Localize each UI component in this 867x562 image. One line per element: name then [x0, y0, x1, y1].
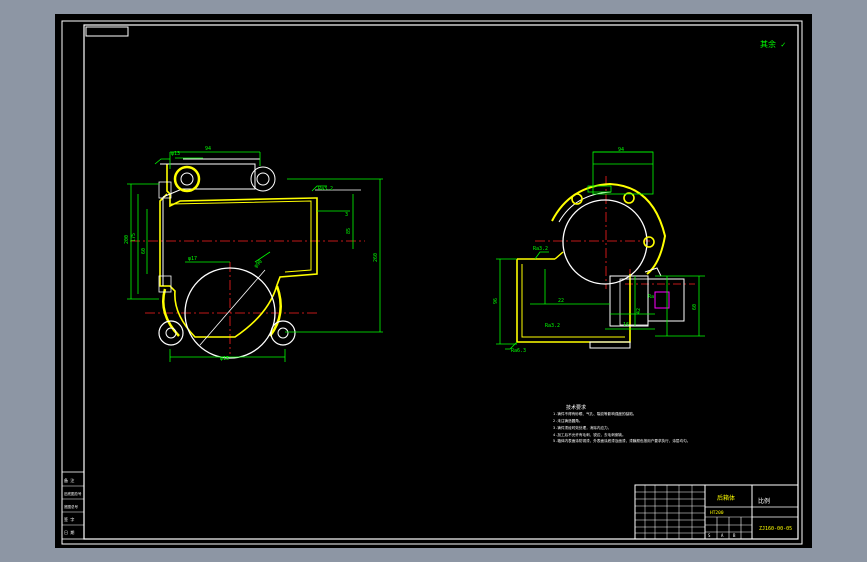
outer-frame	[61, 20, 803, 545]
side-bolt-hole-2	[623, 192, 635, 204]
svg-text:96: 96	[493, 298, 499, 304]
title-stage-a: A	[721, 533, 724, 538]
svg-text:Ra3.2: Ra3.2	[545, 323, 560, 329]
title-stage-s: S	[708, 533, 711, 538]
front-hole-bottom-right	[277, 327, 289, 339]
svg-text:260: 260	[373, 253, 379, 262]
svg-text:60: 60	[141, 248, 147, 254]
tech-line-3: 3.铸件须经时效处理，消除内应力。	[553, 425, 611, 430]
side-housing-inner-arc	[558, 191, 612, 223]
side-base-foot	[589, 341, 631, 349]
svg-text:22: 22	[558, 298, 564, 304]
svg-text:175: 175	[131, 233, 137, 242]
title-block: 后箱体 比例 ZJ160-00-05 HT200 S A B	[634, 484, 799, 540]
side-stamp: 备 注 旧底图总号 底图总号 签 字 日 期	[61, 471, 85, 540]
stamp-row-5: 日 期	[64, 529, 74, 535]
title-drawing-number: ZJ160-00-05	[759, 526, 792, 532]
tech-line-2: 2.未注铸造圆角。	[553, 418, 582, 423]
side-wall-outer	[516, 259, 631, 343]
roughness-note: 其余 ✓	[760, 39, 786, 49]
stamp-row-3: 底图总号	[64, 504, 78, 509]
stamp-row-4: 签 字	[64, 516, 74, 522]
svg-text:φ15: φ15	[220, 356, 229, 362]
title-scale-label: 比例	[758, 497, 770, 505]
side-view: 94 96 22 16 42 60 Ra3.2 Ra3.2 Ra6.3 Ra	[493, 147, 705, 354]
drawing-code-box	[85, 26, 129, 37]
stamp-row-1: 备 注	[64, 477, 74, 483]
front-hole-bottom-left	[165, 327, 177, 339]
side-housing-arc	[551, 182, 667, 275]
svg-text:φ13: φ13	[171, 151, 180, 157]
front-hole-top-right	[256, 172, 270, 186]
tech-requirements: 技术要求 1.铸件不得有砂眼、气孔、裂纹等影响强度的缺陷。 2.未注铸造圆角。 …	[553, 404, 690, 443]
side-lower-boss-inner	[619, 278, 649, 326]
svg-text:94: 94	[618, 147, 624, 153]
cad-drawing: 其余 ✓ 94 φ13 200 175 60 260 85 3 φ15 φ17 …	[61, 20, 803, 545]
side-bearing-bore	[562, 199, 648, 285]
front-view: 94 φ13 200 175 60 260 85 3 φ15 φ17 φ90 R…	[124, 146, 383, 362]
side-bolt-hole-3	[643, 236, 655, 248]
svg-text:Ra3.2: Ra3.2	[533, 246, 548, 252]
svg-text:85: 85	[346, 228, 352, 234]
front-hole-top-left	[180, 172, 194, 186]
tech-title: 技术要求	[566, 404, 586, 411]
tech-line-1: 1.铸件不得有砂眼、气孔、裂纹等影响强度的缺陷。	[553, 411, 636, 416]
svg-text:Ra: Ra	[648, 294, 654, 300]
title-block-grid	[635, 485, 705, 539]
front-boss-top-left	[173, 165, 201, 193]
side-wall-top-chamfer	[554, 251, 564, 260]
title-material: HT200	[710, 510, 724, 516]
svg-text:φ90: φ90	[253, 259, 264, 270]
title-part-name: 后箱体	[717, 494, 735, 502]
front-rib-hatch	[162, 288, 180, 337]
svg-text:94: 94	[205, 146, 211, 152]
svg-text:φ17: φ17	[188, 256, 197, 262]
svg-text:Ra3.2: Ra3.2	[318, 186, 333, 192]
inner-frame	[83, 24, 799, 540]
svg-text:Ra6.3: Ra6.3	[511, 348, 526, 354]
side-flange-right	[647, 278, 685, 322]
stamp-row-2: 旧底图总号	[64, 491, 82, 496]
side-lug	[644, 267, 662, 277]
svg-text:42: 42	[636, 308, 642, 314]
side-lower-boss	[609, 275, 649, 327]
tech-line-4: 4.加工后不允许有毛刺、锐边，去毛刺倒钝。	[553, 432, 626, 437]
tech-line-5: 5.箱体内表面涂防锈漆，外表面涂底漆及面漆，漆膜颜色按用户要求执行，涂层均匀。	[553, 438, 690, 443]
svg-text:3: 3	[345, 212, 348, 218]
front-bore-diameter-line	[199, 269, 266, 346]
cad-viewport[interactable]: 其余 ✓ 94 φ13 200 175 60 260 85 3 φ15 φ17 …	[55, 14, 812, 548]
title-stage-b: B	[733, 533, 736, 538]
side-dimensions	[496, 151, 705, 350]
front-boss-bottom-right	[270, 320, 296, 346]
svg-text:60: 60	[692, 304, 698, 310]
svg-text:200: 200	[124, 235, 130, 244]
svg-text:16: 16	[623, 322, 629, 328]
